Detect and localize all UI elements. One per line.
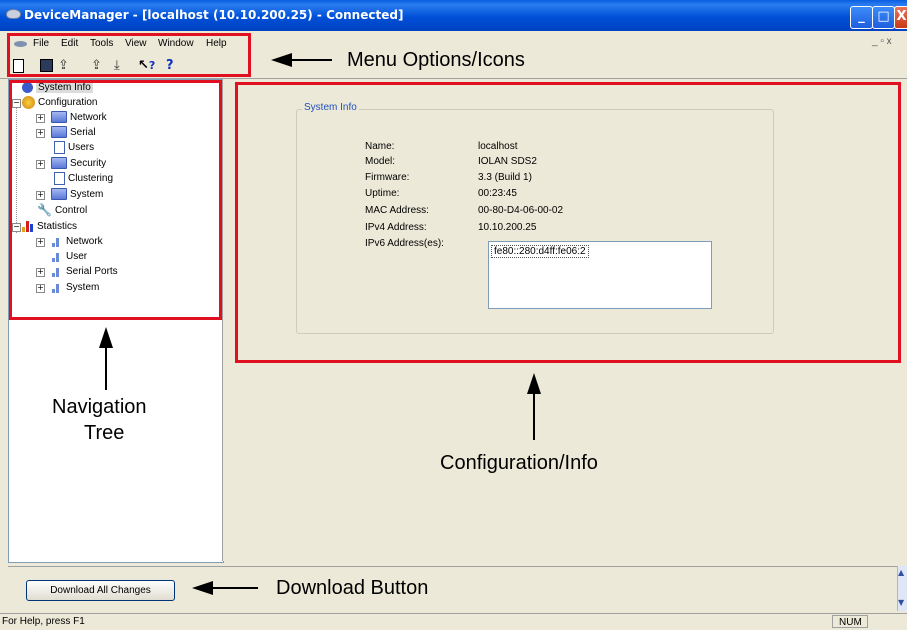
annotation-menu-label: Menu Options/Icons — [347, 49, 525, 71]
annotation-arrows — [99, 53, 541, 595]
annotation-nav-label-line1: Navigation — [52, 396, 147, 418]
annotation-config-label: Configuration/Info — [440, 452, 598, 474]
annotation-nav-label-line2: Tree — [84, 422, 125, 444]
annotation-download-label: Download Button — [276, 577, 429, 599]
